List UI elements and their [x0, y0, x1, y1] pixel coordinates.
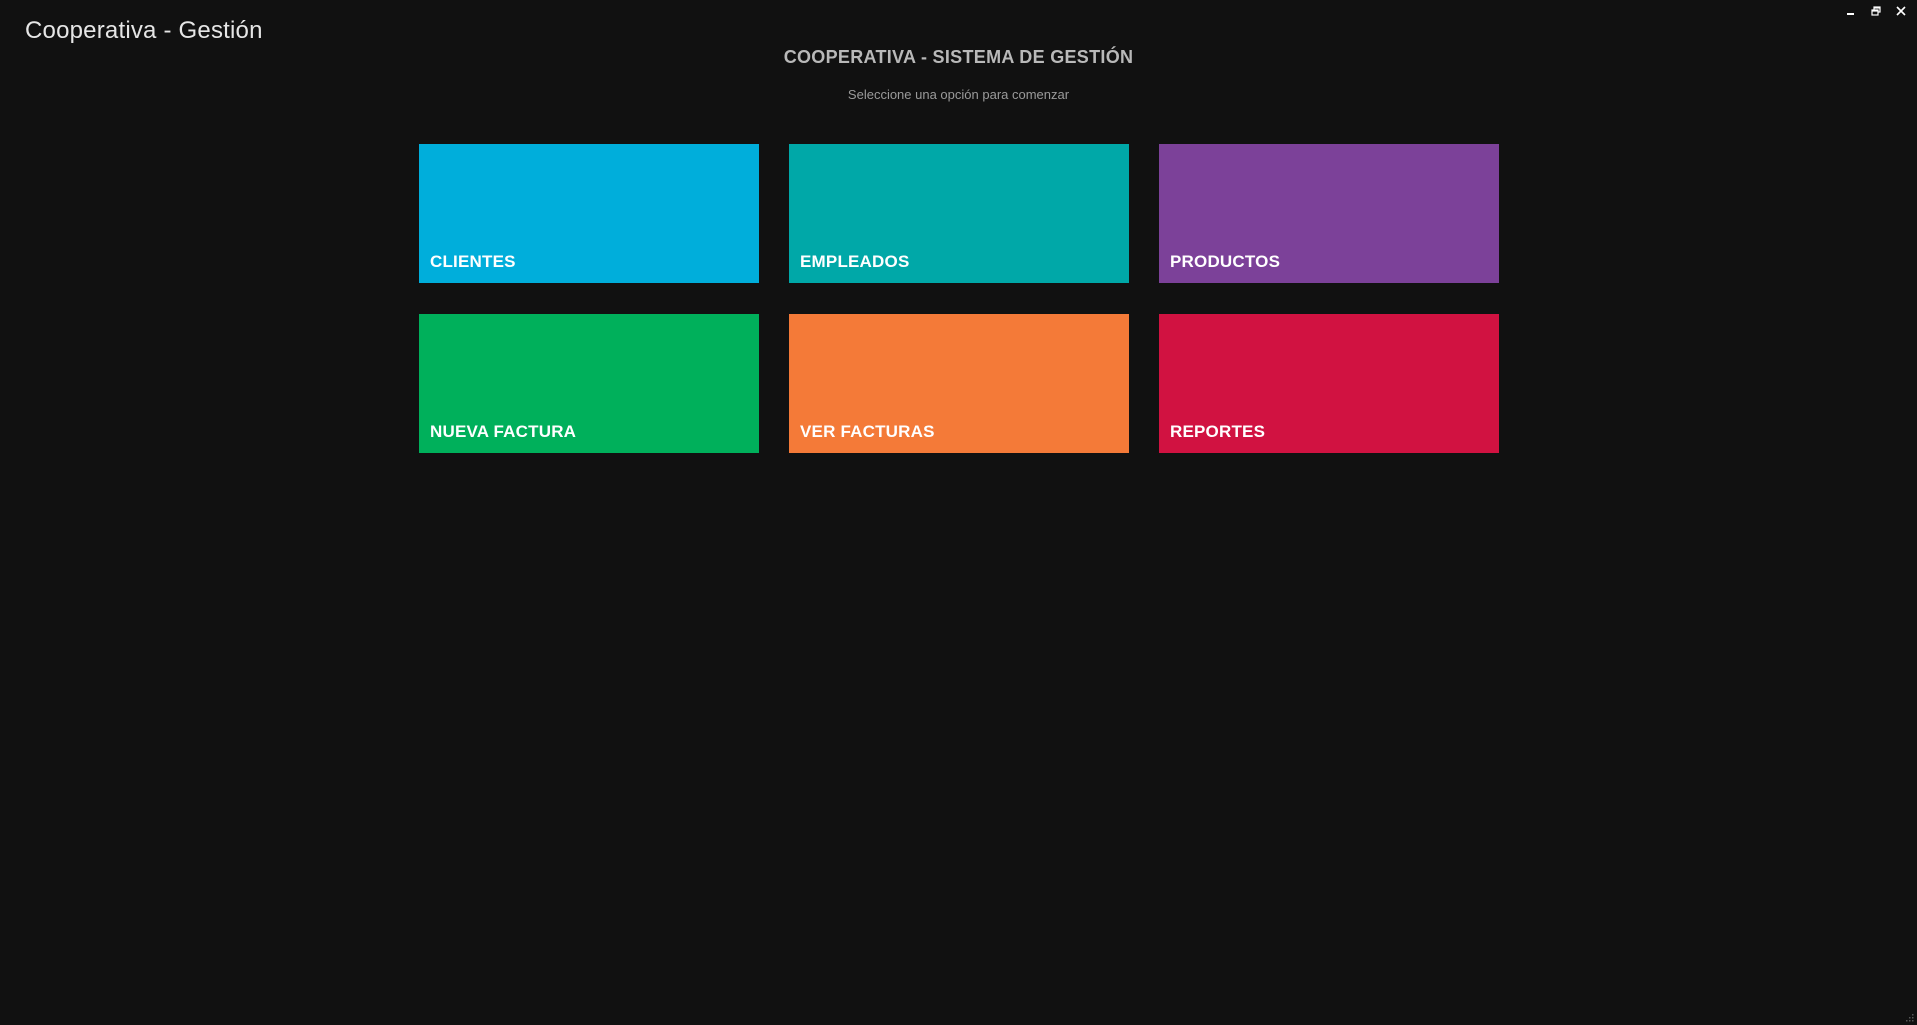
- window-controls: [1842, 2, 1909, 19]
- page-title: COOPERATIVA - SISTEMA DE GESTIÓN: [783, 47, 1134, 67]
- close-button[interactable]: [1892, 2, 1909, 19]
- tile-label: CLIENTES: [430, 252, 516, 271]
- main-window: Cooperativa - Gestión COOPERATIVA - SIST…: [0, 0, 1917, 1025]
- tile-label: VER FACTURAS: [800, 422, 935, 441]
- tile-label: REPORTES: [1170, 422, 1266, 441]
- tile-productos[interactable]: PRODUCTOS: [1159, 144, 1499, 283]
- tile-clientes[interactable]: CLIENTES: [419, 144, 759, 283]
- tile-nueva-factura[interactable]: NUEVA FACTURA: [419, 314, 759, 453]
- minimize-button[interactable]: [1842, 2, 1859, 19]
- resize-grip-icon[interactable]: [1904, 1012, 1914, 1022]
- tile-grid: CLIENTES EMPLEADOS PRODUCTOS NUEVA FACTU…: [419, 144, 1499, 453]
- tile-empleados[interactable]: EMPLEADOS: [789, 144, 1129, 283]
- page-subtitle: Seleccione una opción para comenzar: [847, 87, 1070, 102]
- window-title: Cooperativa - Gestión: [25, 17, 263, 44]
- restore-button[interactable]: [1867, 2, 1884, 19]
- minimize-icon: [1846, 12, 1854, 15]
- tile-label: NUEVA FACTURA: [430, 422, 577, 441]
- tile-label: EMPLEADOS: [800, 252, 910, 271]
- restore-icon: [1870, 5, 1881, 16]
- tile-reportes[interactable]: REPORTES: [1159, 314, 1499, 453]
- close-icon: [1895, 5, 1906, 16]
- tile-label: PRODUCTOS: [1170, 252, 1281, 271]
- tile-ver-facturas[interactable]: VER FACTURAS: [789, 314, 1129, 453]
